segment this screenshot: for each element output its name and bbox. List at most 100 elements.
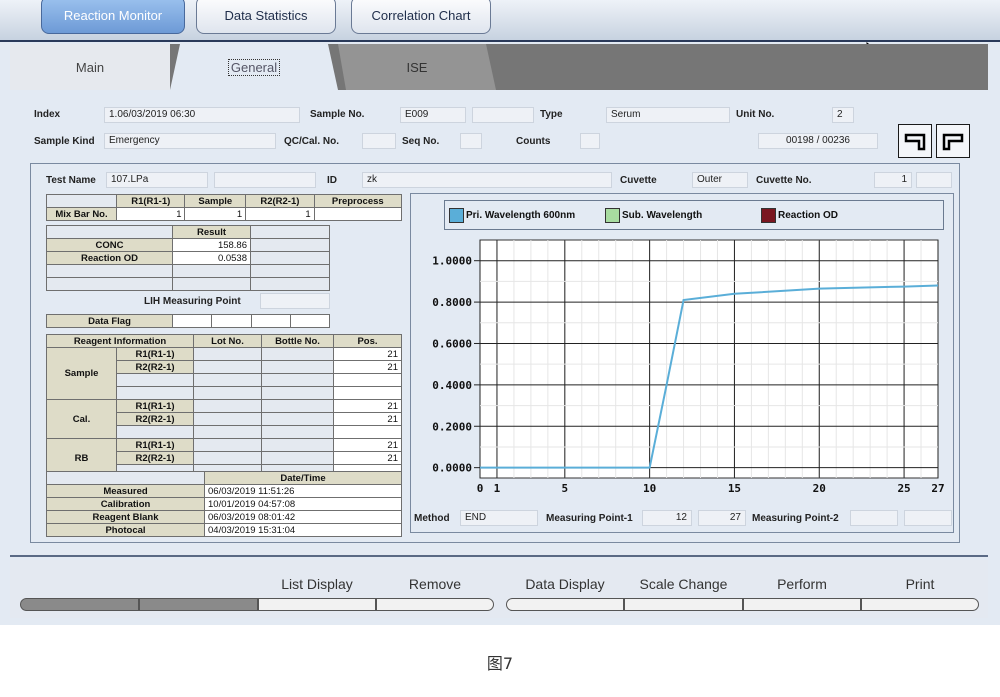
reagent-pos: 21 <box>333 412 402 426</box>
legend-label-reaction-od: Reaction OD <box>778 210 839 221</box>
mix-header-sample: Sample <box>184 194 247 208</box>
reagent-pos: 21 <box>333 438 402 452</box>
rail-segment <box>20 598 139 611</box>
reagent-header-bottle: Bottle No. <box>261 334 334 348</box>
tab-general[interactable]: General <box>170 44 338 90</box>
legend-swatch-sub <box>605 208 620 223</box>
x-tick-label: 25 <box>897 482 910 495</box>
reagent-pos: 21 <box>333 347 402 361</box>
date-label-reagent-blank: Reagent Blank <box>46 510 205 524</box>
mix-value-r1: 1 <box>115 207 186 221</box>
sample-kind-field: Emergency <box>104 133 276 149</box>
next-arrow-icon <box>942 133 964 151</box>
scale-change-button[interactable]: Scale Change <box>624 576 743 614</box>
tab-ise[interactable]: ISE <box>338 44 496 90</box>
mix-header-r1: R1(R1-1) <box>115 194 186 208</box>
sample-no-field: E009 <box>400 107 466 123</box>
counts-field <box>580 133 600 149</box>
tab-data-statistics[interactable]: Data Statistics <box>196 0 336 34</box>
reagent-row-label: R1(R1-1) <box>116 399 194 413</box>
data-display-button[interactable]: Data Display <box>506 576 624 614</box>
perform-button[interactable]: Perform <box>743 576 861 614</box>
x-tick-label: 5 <box>562 482 569 495</box>
reagent-row-label: R2(R2-1) <box>116 360 194 374</box>
x-tick-label: 10 <box>643 482 656 495</box>
result-value-conc: 158.86 <box>172 238 251 252</box>
sample-no-label: Sample No. <box>310 109 365 120</box>
mix-value-sample: 1 <box>184 207 247 221</box>
legend-label-primary: Pri. Wavelength 600nm <box>466 210 576 221</box>
mix-value-preprocess <box>313 207 403 221</box>
method-label: Method <box>414 513 450 524</box>
legend-swatch-reaction-od <box>761 208 776 223</box>
measuring-point-2-start <box>850 510 898 526</box>
legend-item-reaction-od: Reaction OD <box>761 208 838 223</box>
reagent-header-pos: Pos. <box>333 334 402 348</box>
previous-arrow-icon <box>904 133 926 151</box>
reagent-row-label: R2(R2-1) <box>116 451 194 465</box>
reagent-group-sample: Sample <box>46 347 117 400</box>
reagent-pos: 21 <box>333 360 402 374</box>
previous-button[interactable] <box>898 124 932 158</box>
x-tick-label: 20 <box>813 482 826 495</box>
x-tick-label: 0 <box>477 482 484 495</box>
lih-field <box>260 293 330 309</box>
tab-correlation-chart[interactable]: Correlation Chart <box>351 0 491 34</box>
reagent-pos: 21 <box>333 451 402 465</box>
mix-value-r2: 1 <box>245 207 315 221</box>
seq-no-label: Seq No. <box>402 136 440 147</box>
date-value-calibration: 10/01/2019 04:57:08 <box>204 497 402 511</box>
method-field: END <box>460 510 538 526</box>
cuvette-no-extra-field <box>916 172 952 188</box>
measuring-point-2-label: Measuring Point-2 <box>752 513 839 524</box>
date-time-table: Date/Time Measured 06/03/2019 11:51:26 C… <box>46 471 402 537</box>
measuring-point-1-label: Measuring Point-1 <box>546 513 633 524</box>
list-display-button[interactable]: List Display <box>258 576 376 614</box>
chart-legend: Pri. Wavelength 600nm Sub. Wavelength Re… <box>444 200 944 230</box>
reagent-row-label: R2(R2-1) <box>116 412 194 426</box>
x-tick-label: 27 <box>931 482 944 495</box>
date-value-measured: 06/03/2019 11:51:26 <box>204 484 402 498</box>
sample-kind-label: Sample Kind <box>34 136 95 147</box>
cuvette-label: Cuvette <box>620 175 657 186</box>
remove-button[interactable]: Remove <box>376 576 494 614</box>
sub-tab-strip: Main General ISE <box>10 44 988 90</box>
result-value-reaction-od: 0.0538 <box>172 251 251 265</box>
unit-no-field: 2 <box>832 107 854 123</box>
date-label-photocal: Photocal <box>46 523 205 537</box>
result-header: Result <box>172 225 251 239</box>
print-button[interactable]: Print <box>861 576 979 614</box>
cuvette-field: Outer <box>692 172 748 188</box>
counts-label: Counts <box>516 136 551 147</box>
reagent-info-table: Reagent Information Lot No. Bottle No. P… <box>46 334 402 478</box>
measuring-point-1-end: 27 <box>698 510 746 526</box>
index-label: Index <box>34 109 61 120</box>
y-tick-label: 1.0000 <box>432 255 472 268</box>
id-label: ID <box>327 175 337 186</box>
mix-header-r2: R2(R2-1) <box>245 194 315 208</box>
tab-main[interactable]: Main <box>10 44 170 90</box>
plot-area <box>479 239 939 479</box>
cuvette-no-field: 1 <box>874 172 912 188</box>
data-flag-label: Data Flag <box>46 314 173 328</box>
test-name-field: 107.LPa <box>106 172 208 188</box>
date-value-reagent-blank: 06/03/2019 08:01:42 <box>204 510 402 524</box>
next-button[interactable] <box>936 124 970 158</box>
counter-field: 00198 / 00236 <box>758 133 878 149</box>
tab-reaction-monitor[interactable]: Reaction Monitor <box>41 0 185 34</box>
mix-bar-table: R1(R1-1) Sample R2(R2-1) Preprocess Mix … <box>46 194 403 221</box>
measuring-point-2-end <box>904 510 952 526</box>
unit-no-label: Unit No. <box>736 109 775 120</box>
result-label-conc: CONC <box>46 238 173 252</box>
id-field: zk <box>362 172 612 188</box>
type-field: Serum <box>606 107 730 123</box>
reagent-row-label: R1(R1-1) <box>116 347 194 361</box>
cuvette-no-label: Cuvette No. <box>756 175 812 186</box>
legend-swatch-primary <box>449 208 464 223</box>
type-label: Type <box>540 109 563 120</box>
y-tick-label: 0.6000 <box>432 337 472 350</box>
data-flag-table: Data Flag <box>46 314 331 328</box>
reagent-header-info: Reagent Information <box>46 334 194 348</box>
mix-row-label: Mix Bar No. <box>46 207 117 221</box>
date-label-calibration: Calibration <box>46 497 205 511</box>
